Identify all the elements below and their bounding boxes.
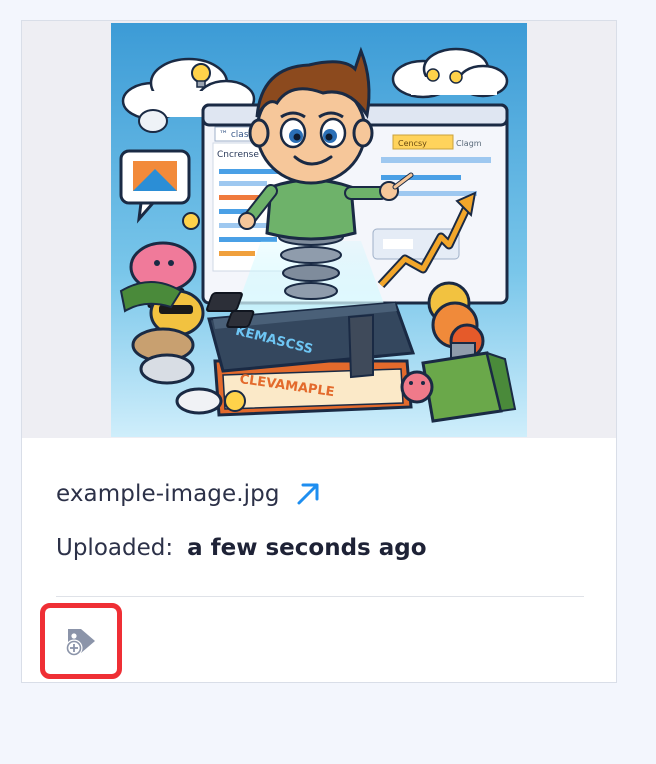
image-thumbnail: ™ class Cencsy Clagm Cncrense CLEVAMAPLE… [111,23,527,437]
svg-text:Clagm: Clagm [456,139,482,148]
add-tag-button[interactable] [40,603,122,679]
svg-text:Cencsy: Cencsy [398,139,427,148]
external-link-arrow-icon[interactable] [295,481,321,507]
divider [56,596,584,597]
svg-text:Cncrense: Cncrense [217,150,259,160]
uploaded-label: Uploaded: [56,535,174,561]
uploaded-time: a few seconds ago [187,535,427,561]
image-preview[interactable]: ™ class Cencsy Clagm Cncrense CLEVAMAPLE… [22,21,616,438]
file-name: example-image.jpg [56,481,280,507]
svg-text:™ class: ™ class [219,130,254,140]
filename-row: example-image.jpg [56,477,321,511]
image-card: ™ class Cencsy Clagm Cncrense CLEVAMAPLE… [21,20,617,683]
tag-add-icon [63,623,99,660]
upload-info: Uploaded: a few seconds ago [56,531,427,565]
